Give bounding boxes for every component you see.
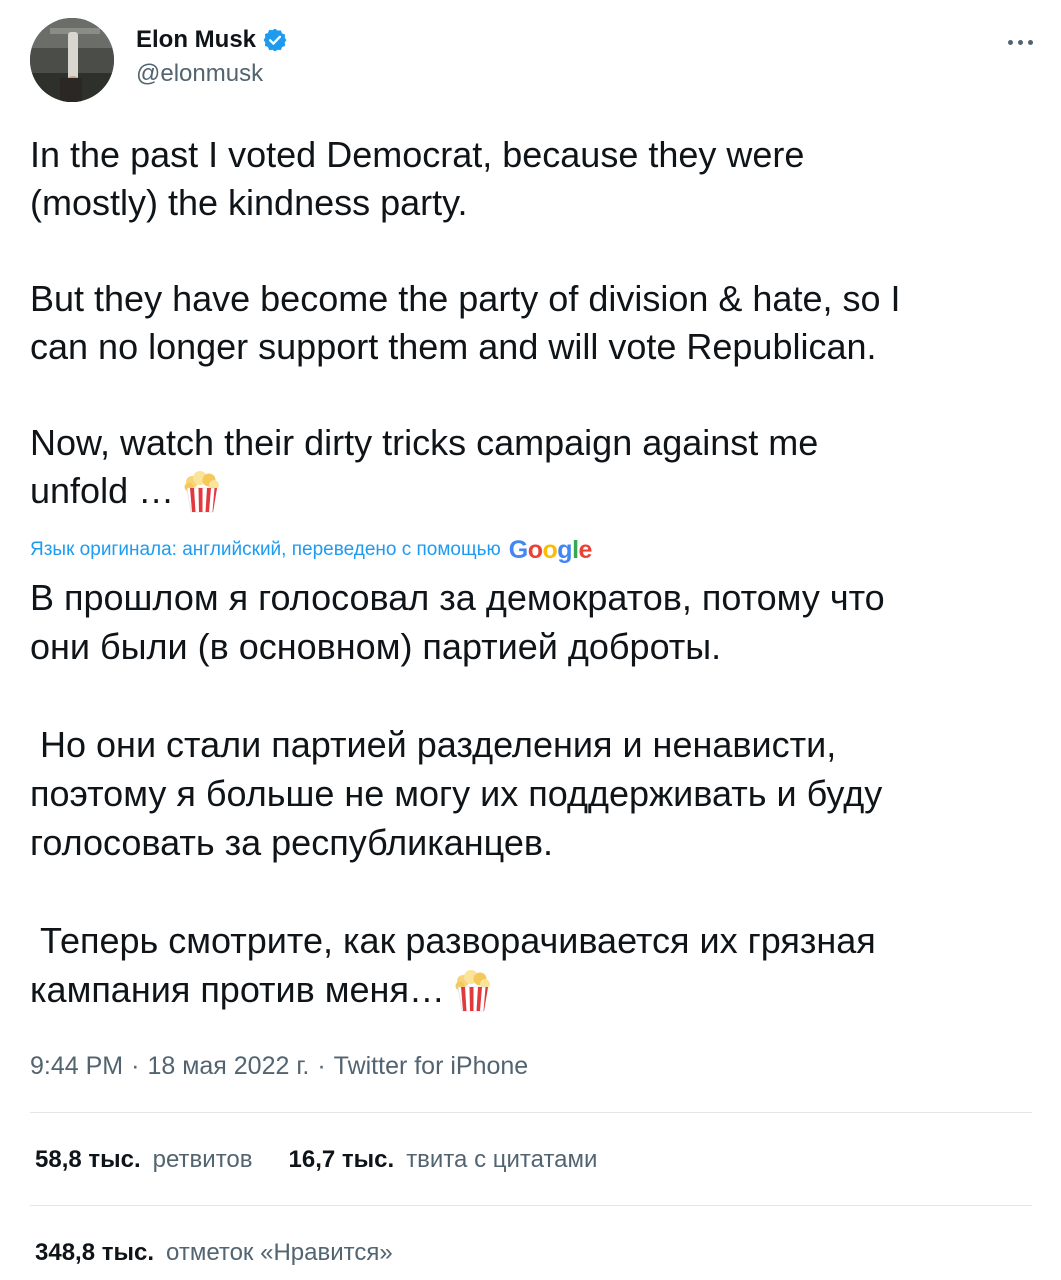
quotes-count: 16,7 тыс.	[288, 1146, 395, 1173]
quotes-label: твита с цитатами	[406, 1146, 598, 1173]
divider	[30, 1112, 1032, 1113]
likes-stat[interactable]: 348,8 тыс. отметок «Нравится»	[35, 1239, 393, 1267]
quotes-stat[interactable]: 16,7 тыс. твита с цитатами	[289, 1146, 598, 1174]
author-name[interactable]: Elon Musk	[136, 26, 256, 54]
verified-badge-icon	[262, 27, 288, 53]
divider	[30, 1205, 1032, 1206]
separator: ·	[131, 1051, 140, 1080]
likes-count: 348,8 тыс.	[35, 1239, 154, 1266]
author-info: Elon Musk @elonmusk	[136, 24, 288, 88]
name-row: Elon Musk	[136, 24, 288, 56]
tweet-meta: 9:44 PM · 18 мая 2022 г. · Twitter for i…	[30, 1049, 528, 1083]
tweet-source[interactable]: Twitter for iPhone	[334, 1052, 529, 1081]
likes-row: 348,8 тыс. отметок «Нравится»	[35, 1233, 429, 1273]
translation-note: Язык оригинала: английский, переведено с…	[30, 539, 501, 560]
retweets-label: ретвитов	[152, 1146, 253, 1173]
tweet-time[interactable]: 9:44 PM	[30, 1052, 123, 1081]
dot	[1017, 39, 1023, 45]
separator: ·	[317, 1051, 326, 1080]
google-logo: Google	[508, 535, 593, 564]
original-text: In the past I voted Democrat, because th…	[30, 134, 901, 511]
retweets-stat[interactable]: 58,8 тыс. ретвитов	[35, 1146, 253, 1174]
popcorn-emoji	[453, 968, 493, 1012]
translated-text: В прошлом я голосовал за демократов, пот…	[30, 577, 885, 1010]
author-handle[interactable]: @elonmusk	[136, 60, 288, 88]
dot	[1027, 39, 1033, 45]
more-options-icon[interactable]	[1000, 32, 1040, 52]
avatar[interactable]	[30, 18, 114, 102]
engagement-stats: 58,8 тыс. ретвитов 16,7 тыс. твита с цит…	[35, 1140, 633, 1180]
translation-attribution[interactable]: Язык оригинала: английский, переведено с…	[30, 534, 592, 566]
likes-label: отметок «Нравится»	[166, 1239, 393, 1266]
translated-body: В прошлом я голосовал за демократов, пот…	[30, 573, 1035, 1014]
tweet-header: Elon Musk @elonmusk	[30, 18, 1040, 102]
tweet-date[interactable]: 18 мая 2022 г.	[147, 1052, 309, 1081]
popcorn-emoji	[182, 469, 222, 513]
dot	[1007, 39, 1013, 45]
retweets-count: 58,8 тыс.	[35, 1146, 141, 1173]
tweet-body: In the past I voted Democrat, because th…	[30, 131, 1035, 515]
